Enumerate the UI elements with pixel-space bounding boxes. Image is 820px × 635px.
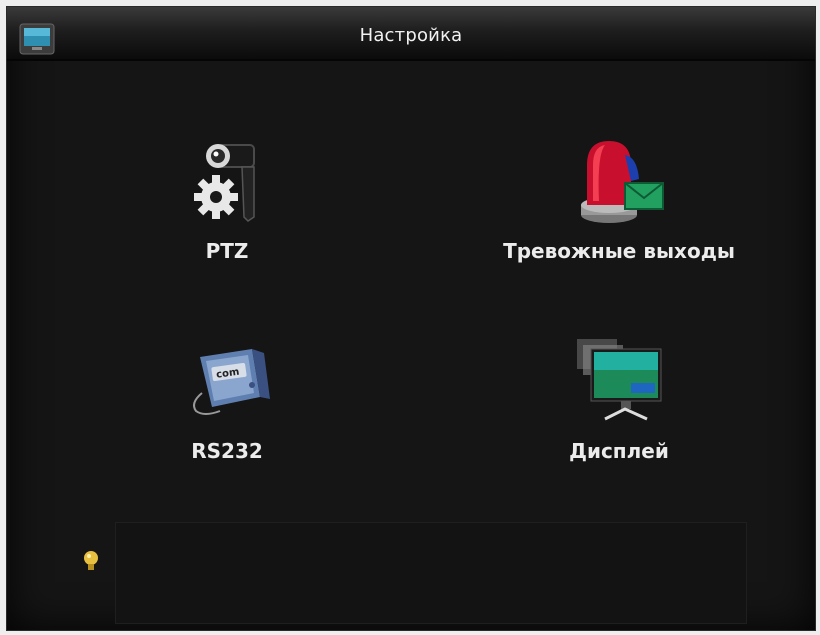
settings-screen: Настройка PTZ Тревожные выходы com RS232… [6, 6, 816, 631]
title-bar: Настройка [7, 7, 815, 61]
ptz-camera-icon [194, 144, 255, 222]
menu-item-ptz[interactable]: PTZ [77, 135, 377, 275]
hint-box [115, 522, 747, 624]
lightbulb-icon [84, 551, 98, 570]
menu-item-label: RS232 [191, 439, 263, 463]
page-title: Настройка [359, 25, 463, 46]
menu-item-label: Дисплей [569, 439, 669, 463]
com-port-icon: com [193, 349, 270, 415]
menu-item-display[interactable]: Дисплей [469, 335, 769, 475]
menu-item-alarm-outputs[interactable]: Тревожные выходы [469, 135, 769, 275]
alarm-siren-icon [581, 141, 664, 223]
menu-item-label: PTZ [205, 239, 249, 263]
menu-item-label: Тревожные выходы [503, 239, 735, 263]
menu-item-rs232[interactable]: com RS232 [77, 345, 377, 485]
display-monitor-icon [577, 339, 662, 421]
